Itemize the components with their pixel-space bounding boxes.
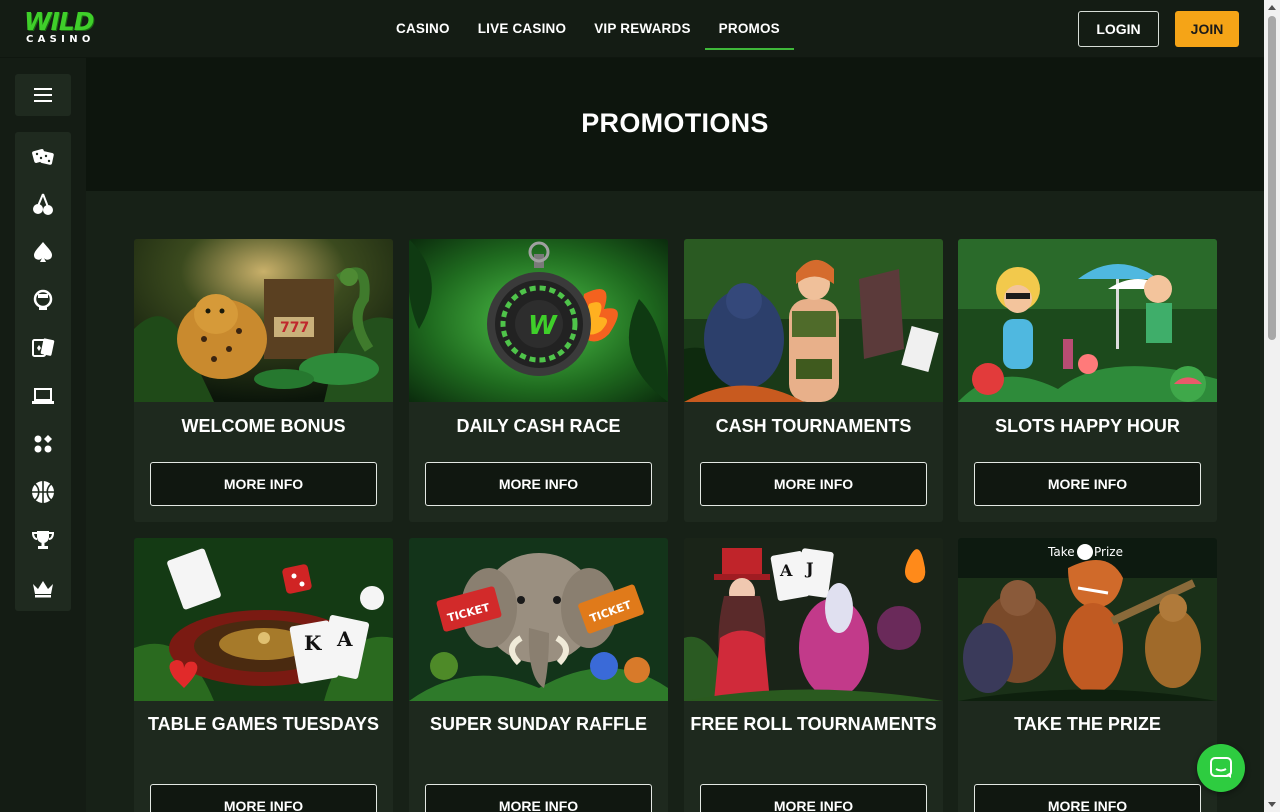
trophy-icon[interactable] [29,526,57,554]
logo-wild-text: WILD [24,7,95,36]
promo-card-slots-happy-hour: SLOTS HAPPY HOUR MORE INFO [958,239,1217,522]
promo-card-free-roll-tournaments: A J FREE ROLL TOURNAMENTS MORE INFO [684,538,943,812]
promo-title: FREE ROLL TOURNAMENTS [690,714,937,734]
sidebar-categories [15,132,71,611]
slots-happy-hour-image[interactable] [958,239,1217,402]
more-info-button[interactable]: MORE INFO [425,784,652,812]
svg-text:777: 777 [280,320,309,336]
live-chat-button[interactable] [1197,744,1245,792]
promo-title: SLOTS HAPPY HOUR [995,416,1180,436]
laptop-icon[interactable] [29,382,57,410]
more-info-button[interactable]: MORE INFO [150,784,377,812]
logo-casino-text: CASINO [26,34,95,45]
main-nav: CASINO LIVE CASINO VIP REWARDS PROMOS [382,0,794,58]
free-roll-tournaments-image[interactable]: A J [684,538,943,701]
promo-card-cash-tournaments: CASH TOURNAMENTS MORE INFO [684,239,943,522]
promo-title: CASH TOURNAMENTS [715,416,912,436]
more-info-button[interactable]: MORE INFO [974,462,1201,506]
promo-title: TABLE GAMES TUESDAYS [147,714,380,734]
hamburger-icon [34,88,52,102]
promotions-hero: PROMOTIONS [86,58,1264,191]
more-info-button[interactable]: MORE INFO [150,462,377,506]
top-bar: WILD CASINO CASINO LIVE CASINO VIP REWAR… [0,0,1264,58]
take-the-prize-image[interactable]: Take Prize [958,538,1217,701]
scroll-down-arrow-icon[interactable] [1268,802,1276,807]
join-button[interactable]: JOIN [1175,11,1239,47]
svg-text:J: J [804,559,814,578]
nav-promos[interactable]: PROMOS [704,0,794,50]
table-games-tuesdays-image[interactable]: K A [134,538,393,701]
spade-icon[interactable] [29,238,57,266]
nav-live-casino[interactable]: LIVE CASINO [464,0,580,50]
cash-tournaments-image[interactable] [684,239,943,402]
promo-title: TAKE THE PRIZE [1014,714,1161,734]
more-info-button[interactable]: MORE INFO [700,784,927,812]
cherry-icon[interactable] [29,190,57,218]
super-sunday-raffle-image[interactable]: TICKET TICKET [409,538,668,701]
daily-cash-race-image[interactable]: W [409,239,668,402]
cards-icon[interactable] [29,334,57,362]
svg-text:W: W [528,311,558,341]
more-info-button[interactable]: MORE INFO [974,784,1201,812]
dealer-icon[interactable] [29,286,57,314]
more-info-button[interactable]: MORE INFO [425,462,652,506]
hamburger-menu-button[interactable] [15,74,71,116]
svg-text:K: K [304,631,322,655]
svg-text:A: A [779,561,793,580]
page-scrollbar[interactable] [1264,0,1280,812]
scroll-up-arrow-icon[interactable] [1268,5,1276,10]
nav-casino[interactable]: CASINO [382,0,464,50]
welcome-bonus-image[interactable]: 777 [134,239,393,402]
promo-title: DAILY CASH RACE [456,416,621,436]
promo-title: SUPER SUNDAY RAFFLE [429,714,648,734]
basketball-icon[interactable] [29,478,57,506]
promo-card-table-games-tuesdays: K A TABLE GAMES TUESDAYS MORE INFO [134,538,393,812]
promo-card-welcome-bonus: 777 WELCOME BONUS MORE INFO [134,239,393,522]
svg-text:A: A [336,627,353,651]
wild-casino-logo[interactable]: WILD CASINO [24,7,98,48]
nav-vip-rewards[interactable]: VIP REWARDS [580,0,704,50]
four-dots-icon[interactable] [29,430,57,458]
promo-card-super-sunday-raffle: TICKET TICKET SUPER SUNDAY RAFFLE MORE I… [409,538,668,812]
take-prize-logo-text-1: Take [1047,545,1075,559]
dice-icon[interactable] [29,142,57,170]
login-button[interactable]: LOGIN [1078,11,1159,47]
promo-title: WELCOME BONUS [181,416,346,436]
scroll-thumb[interactable] [1268,16,1276,340]
more-info-button[interactable]: MORE INFO [700,462,927,506]
take-prize-logo-text-2: Prize [1094,545,1123,559]
promo-card-take-the-prize: Take Prize TAKE THE PRIZE MORE INFO [958,538,1217,812]
crown-icon[interactable] [29,574,57,602]
chat-icon [1210,757,1232,778]
promo-card-daily-cash-race: W DAILY CASH RACE MORE INFO [409,239,668,522]
page-title: PROMOTIONS [581,108,769,138]
